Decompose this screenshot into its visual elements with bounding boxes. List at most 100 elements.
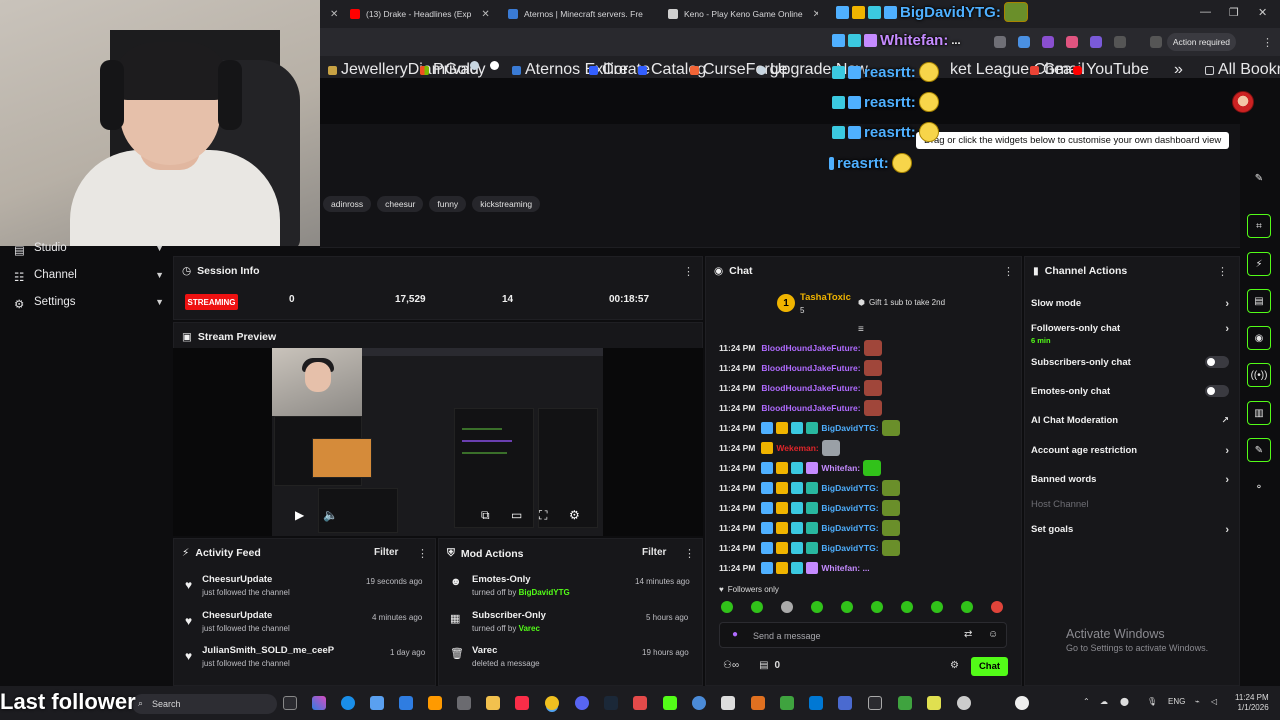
tool-button[interactable]: ▤ bbox=[1247, 289, 1271, 313]
channel-action-row[interactable]: Subscribers-only chat bbox=[1031, 356, 1229, 368]
copilot-icon[interactable] bbox=[312, 696, 326, 710]
app-icon[interactable] bbox=[633, 696, 647, 710]
tool-button[interactable]: ⚡ bbox=[1247, 252, 1271, 276]
chat-settings-icon[interactable]: ⚙ bbox=[950, 660, 959, 671]
channel-action-row[interactable]: Emotes-only chat bbox=[1031, 385, 1229, 397]
kebab-menu-icon[interactable]: ⋮ bbox=[1003, 265, 1014, 278]
chat-username[interactable]: BigDavidYTG: bbox=[821, 543, 878, 553]
pip-icon[interactable]: ⧉ bbox=[481, 508, 490, 523]
app-icon[interactable] bbox=[809, 696, 823, 710]
emote-icon[interactable] bbox=[781, 601, 793, 613]
emote-icon[interactable] bbox=[811, 601, 823, 613]
toggle-switch[interactable] bbox=[1205, 356, 1229, 368]
theater-icon[interactable]: ▭ bbox=[511, 508, 522, 522]
volume-icon[interactable]: 🔈 bbox=[323, 508, 338, 522]
filter-button[interactable]: Filter bbox=[374, 547, 398, 558]
all-bookmarks[interactable]: All Bookmarks bbox=[1205, 61, 1280, 79]
channel-action-row[interactable]: Followers-only chat 6 min › bbox=[1031, 323, 1229, 345]
mic-icon[interactable]: 🎙 bbox=[1147, 697, 1157, 706]
chat-username[interactable]: BigDavidYTG: bbox=[821, 503, 878, 513]
chat-username[interactable]: BigDavidYTG: bbox=[821, 523, 878, 533]
kebab-menu-icon[interactable]: ⋮ bbox=[1262, 36, 1273, 49]
tab-aternos[interactable]: Aternos | Minecraft servers. Fre ✕ bbox=[508, 4, 653, 24]
tag[interactable]: adinross bbox=[323, 196, 372, 212]
tool-button[interactable]: ✎ bbox=[1247, 438, 1271, 462]
app-icon[interactable] bbox=[957, 696, 971, 710]
chat-username[interactable]: BigDavidYTG: bbox=[821, 483, 878, 493]
share-icon[interactable]: ⚬ bbox=[1247, 475, 1271, 499]
chrome-icon[interactable] bbox=[545, 696, 559, 710]
app-icon[interactable] bbox=[428, 696, 442, 710]
app-icon[interactable] bbox=[721, 696, 735, 710]
extension-icon[interactable] bbox=[1090, 36, 1102, 48]
tab-close-icon[interactable]: ✕ bbox=[326, 4, 338, 24]
user-avatar[interactable] bbox=[1232, 91, 1254, 113]
moderator-name[interactable]: BigDavidYTG bbox=[519, 588, 570, 597]
extension-icon[interactable] bbox=[1042, 36, 1054, 48]
mic-icon[interactable]: ● bbox=[732, 629, 738, 640]
kebab-menu-icon[interactable]: ⋮ bbox=[1217, 265, 1228, 278]
music-icon[interactable] bbox=[515, 696, 529, 710]
emote-icon[interactable] bbox=[841, 601, 853, 613]
chat-input[interactable]: ● Send a message ⇄ ☺ bbox=[719, 622, 1007, 648]
edge-icon[interactable] bbox=[341, 696, 355, 710]
close-icon[interactable]: ✕ bbox=[481, 9, 489, 20]
moderator-name[interactable]: Varec bbox=[519, 624, 540, 633]
play-icon[interactable]: ▶ bbox=[295, 508, 304, 522]
kick-icon[interactable] bbox=[663, 696, 677, 710]
app-icon[interactable] bbox=[927, 696, 941, 710]
minecraft-icon[interactable] bbox=[780, 696, 794, 710]
terminal-icon[interactable] bbox=[868, 696, 882, 710]
taskbar-search[interactable]: ⌕ Search bbox=[132, 694, 277, 714]
sidebar-item-studio[interactable]: ▤ Studio ▼ bbox=[14, 242, 164, 257]
gift-icon[interactable]: ▤ bbox=[759, 660, 768, 671]
steam-icon[interactable] bbox=[604, 696, 618, 710]
edit-icon[interactable]: ✎ bbox=[1247, 166, 1271, 190]
chat-username[interactable]: BloodHoundJakeFuture: bbox=[761, 363, 860, 373]
discord-icon[interactable] bbox=[575, 696, 589, 710]
send-chat-button[interactable]: Chat bbox=[971, 657, 1008, 676]
bookmark[interactable]: YouTube bbox=[1073, 61, 1149, 79]
app-icon[interactable] bbox=[898, 696, 912, 710]
fullscreen-icon[interactable]: ⛶ bbox=[539, 508, 547, 523]
clock[interactable]: 11:24 PM 1/1/2026 bbox=[1235, 693, 1269, 713]
channel-action-row[interactable]: Banned words › bbox=[1031, 474, 1229, 486]
file-explorer-icon[interactable] bbox=[486, 696, 500, 710]
tray-overflow-icon[interactable]: ⌃ bbox=[1083, 697, 1090, 706]
tool-button[interactable]: ◉ bbox=[1247, 326, 1271, 350]
puzzle-icon[interactable] bbox=[1114, 36, 1126, 48]
gear-icon[interactable]: ⚙ bbox=[569, 508, 580, 522]
tray-icon[interactable]: ☁ bbox=[1100, 697, 1108, 706]
tag[interactable]: kickstreaming bbox=[472, 196, 541, 212]
extension-icon[interactable] bbox=[994, 36, 1006, 48]
emote-icon[interactable] bbox=[751, 601, 763, 613]
tab-keno[interactable]: Keno - Play Keno Game Online ✕ bbox=[668, 4, 818, 24]
channel-action-row[interactable]: AI Chat Moderation ↗ bbox=[1031, 415, 1229, 426]
chat-username[interactable]: BloodHoundJakeFuture: bbox=[761, 383, 860, 393]
tool-button[interactable]: ⌗ bbox=[1247, 214, 1271, 238]
app-icon[interactable] bbox=[692, 696, 706, 710]
close-icon[interactable]: ✕ bbox=[813, 9, 818, 20]
tray-icon[interactable]: ⬤ bbox=[1120, 697, 1129, 706]
filter-button[interactable]: Filter bbox=[642, 547, 666, 558]
maximize-icon[interactable]: ❐ bbox=[1229, 6, 1239, 19]
app-icon[interactable] bbox=[751, 696, 765, 710]
users-icon[interactable]: ⚇∞ bbox=[723, 660, 739, 671]
kebab-menu-icon[interactable]: ⋮ bbox=[417, 547, 428, 560]
network-icon[interactable]: ⌁ bbox=[1195, 697, 1200, 706]
tag[interactable]: funny bbox=[429, 196, 467, 212]
translate-icon[interactable]: ⇄ bbox=[964, 629, 972, 640]
window-close-icon[interactable]: ✕ bbox=[1258, 6, 1267, 19]
chat-username[interactable]: Whitefan: bbox=[821, 463, 860, 473]
chat-username[interactable]: Wekeman: bbox=[776, 443, 818, 453]
extension-icon[interactable] bbox=[1066, 36, 1078, 48]
language-indicator[interactable]: ENG bbox=[1168, 697, 1185, 706]
sidebar-item-channel[interactable]: ☷ Channel ▼ bbox=[14, 269, 164, 284]
emote-icon[interactable] bbox=[721, 601, 733, 613]
pin-collapse-icon[interactable]: ≡ bbox=[858, 324, 864, 335]
sidebar-item-settings[interactable]: ⚙ Settings ▼ bbox=[14, 296, 164, 311]
kebab-menu-icon[interactable]: ⋮ bbox=[684, 547, 695, 560]
action-required-button[interactable]: Action required bbox=[1166, 33, 1236, 51]
chat-username[interactable]: Whitefan: ... bbox=[821, 563, 869, 573]
emote-icon[interactable] bbox=[901, 601, 913, 613]
